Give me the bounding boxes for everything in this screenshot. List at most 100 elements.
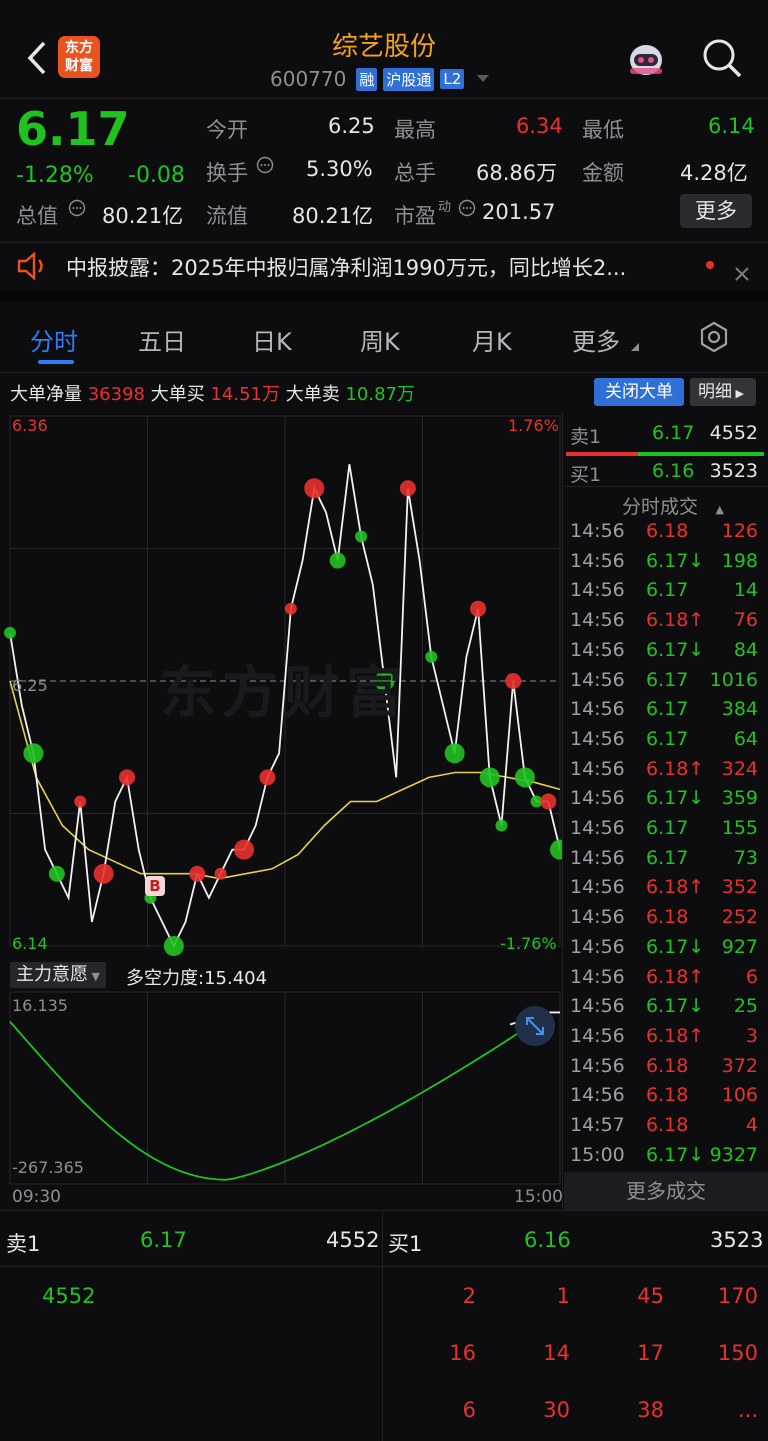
ob-ask1-label: 卖1 — [6, 1232, 41, 1256]
trade-price: 6.17↓ — [646, 1143, 705, 1166]
trade-price: 6.18↑ — [646, 876, 705, 899]
bigorder-net-label: 大单净量 — [10, 384, 82, 405]
bigorder-dot — [540, 793, 557, 810]
buy-queue-order: 30 — [543, 1398, 570, 1422]
bigorder-dot — [425, 650, 438, 663]
trade-time: 14:56 — [570, 579, 625, 602]
bigorder-dot — [470, 600, 487, 617]
bigorder-dot — [505, 673, 522, 689]
tab-intraday[interactable]: 分时 — [30, 322, 78, 357]
open-value: 6.25 — [328, 114, 375, 138]
dropdown-icon[interactable] — [476, 74, 490, 84]
intraday-chart[interactable] — [0, 412, 562, 1212]
trade-price: 6.17↓ — [646, 787, 705, 810]
bigorder-buy-label: 大单买 — [150, 384, 205, 405]
buy-marker[interactable]: B — [145, 876, 165, 896]
trade-price: 6.17↓ — [646, 549, 705, 572]
trade-time: 14:56 — [570, 965, 625, 988]
trade-time: 14:56 — [570, 609, 625, 632]
detail-button[interactable]: 明细 ▶ — [690, 378, 756, 406]
tab-weekly-k[interactable]: 周K — [360, 322, 400, 357]
indicator-selector[interactable]: 主力意愿 ▼ — [10, 962, 106, 988]
trade-time: 14:56 — [570, 668, 625, 691]
bid1-row[interactable]: 买1 6.16 3523 — [568, 458, 764, 486]
bigorder-row: 大单净量 36398 大单买 14.51万 大单卖 10.87万 — [10, 380, 415, 406]
bid1-label: 买1 — [570, 464, 602, 486]
tab-daily-k[interactable]: 日K — [252, 322, 292, 357]
expand-button[interactable] — [515, 1006, 555, 1046]
watermark: 东方财富 — [160, 661, 408, 726]
time-end: 15:00 — [514, 1187, 563, 1207]
bigorder-dot — [48, 865, 65, 882]
trade-price: 6.18 — [646, 1054, 689, 1077]
buy-queue-order: 1 — [556, 1284, 570, 1308]
close-bigorder-button[interactable]: 关闭大单 — [594, 378, 684, 406]
tab-five-day[interactable]: 五日 — [138, 322, 186, 357]
bigorder-dot — [234, 839, 255, 860]
trade-volume: 4 — [745, 1114, 758, 1136]
trade-volume: 3 — [745, 1024, 758, 1047]
stock-code: 600770 — [270, 67, 347, 91]
trade-volume: 6 — [745, 965, 758, 988]
trade-volume: 372 — [721, 1054, 758, 1077]
trade-row: 14:56 6.17↓ 84 — [568, 639, 764, 668]
trade-price: 6.18↑ — [646, 965, 705, 988]
trade-row: 15:00 6.17↓ 9327 — [568, 1144, 764, 1173]
tab-more[interactable]: 更多 — [572, 322, 620, 357]
gear-icon[interactable] — [698, 321, 730, 353]
axis-top-price: 6.36 — [12, 416, 48, 435]
sell-queue-order: 4552 — [42, 1284, 96, 1308]
mktcap-label: 总值 — [16, 204, 58, 228]
trade-row: 14:56 6.17 1016 — [568, 669, 764, 698]
trade-row: 14:56 6.17↓ 25 — [568, 995, 764, 1024]
trade-time: 14:56 — [570, 995, 625, 1018]
trade-time: 14:56 — [570, 638, 625, 661]
search-button[interactable] — [700, 36, 744, 80]
trade-volume: 14 — [733, 579, 758, 602]
trades-header-label: 分时成交 — [622, 496, 699, 518]
buy-queue-order: 38 — [637, 1398, 664, 1422]
info-icon[interactable] — [68, 199, 86, 217]
trade-row: 14:56 6.17 73 — [568, 847, 764, 876]
tag-connect: 沪股通 — [383, 67, 435, 91]
volume-value: 68.86万 — [476, 161, 558, 185]
turnover-value: 5.30% — [306, 157, 373, 181]
detail-label: 明细 — [698, 382, 732, 402]
robot-assistant-icon[interactable] — [624, 38, 668, 80]
tab-monthly-k[interactable]: 月K — [472, 322, 512, 357]
trade-row: 14:56 6.18↑ 6 — [568, 966, 764, 995]
close-icon[interactable] — [734, 266, 750, 282]
trade-time: 14:56 — [570, 817, 625, 839]
ask-bid-ratio-bar — [566, 452, 764, 456]
trade-price: 6.18↑ — [646, 1024, 705, 1047]
trade-price: 6.18 — [646, 1114, 689, 1136]
pe-label: 市盈 — [394, 204, 436, 228]
indicator-value: 多空力度:15.404 — [126, 968, 268, 989]
bigorder-dot — [444, 743, 465, 764]
trade-price: 6.17↓ — [646, 638, 705, 661]
trade-time: 14:56 — [570, 846, 625, 869]
trade-volume: 64 — [733, 727, 758, 750]
tag-margin: 融 — [356, 67, 378, 91]
speaker-icon — [17, 252, 43, 280]
trade-time: 14:56 — [570, 787, 625, 810]
bigorder-sell-label: 大单卖 — [285, 384, 340, 405]
more-trades-button[interactable]: 更多成交 — [564, 1172, 768, 1210]
more-button[interactable]: 更多 — [680, 194, 752, 228]
bigorder-net-value: 36398 — [87, 384, 145, 405]
bigorder-dot — [93, 863, 114, 884]
trade-row: 14:56 6.18 372 — [568, 1055, 764, 1084]
info-icon[interactable] — [256, 156, 274, 174]
trade-time: 15:00 — [570, 1143, 625, 1166]
indicator-top: 16.135 — [12, 996, 68, 1015]
bigorder-dot — [304, 478, 325, 499]
info-icon[interactable] — [458, 199, 476, 217]
last-price: 6.17 — [16, 102, 130, 156]
notice-text[interactable]: 中报披露：2025年中报归属净利润1990万元，同比增长2... — [66, 252, 626, 282]
bigorder-dot — [23, 743, 44, 764]
trades-header[interactable]: 分时成交 ▲ — [622, 492, 724, 519]
ob-bid1-price: 6.16 — [524, 1228, 571, 1252]
ask1-row[interactable]: 卖1 6.17 4552 — [568, 420, 764, 448]
trade-time: 14:56 — [570, 727, 625, 750]
buy-queue-order: 6 — [462, 1398, 476, 1422]
